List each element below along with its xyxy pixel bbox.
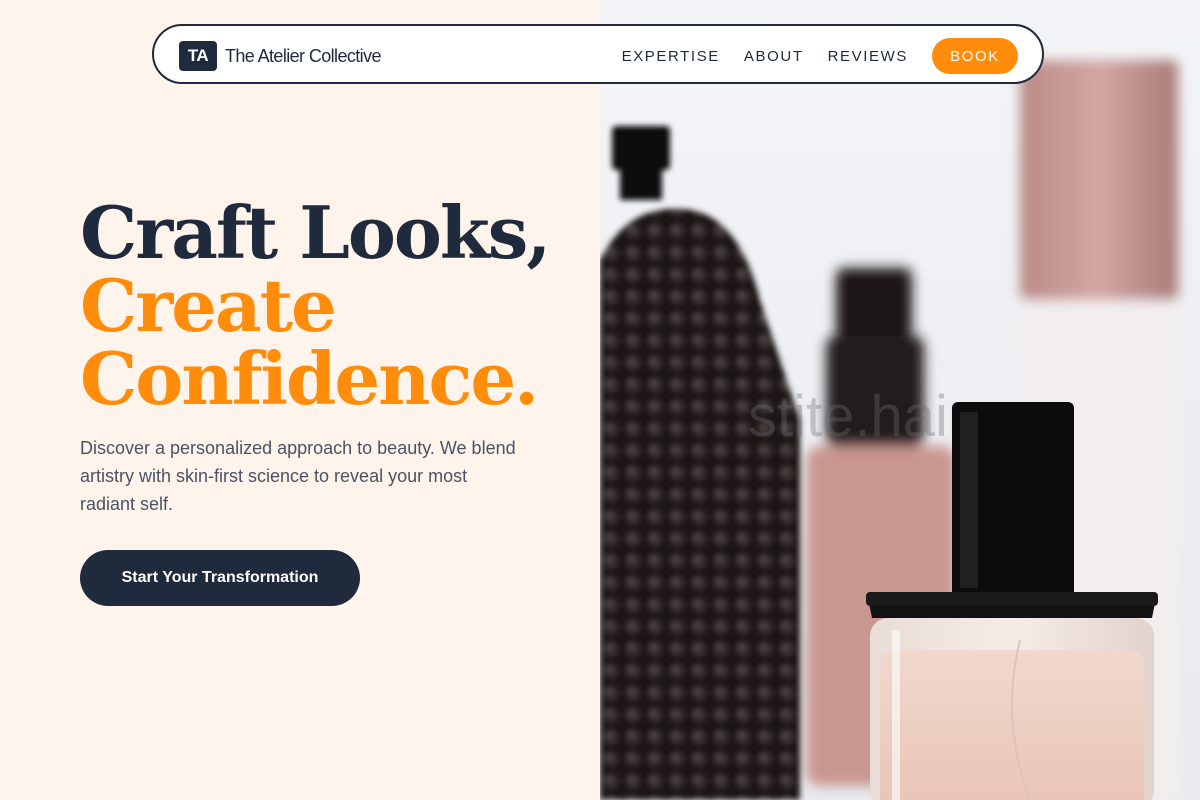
perfume-bottles-illustration: stite.hair bbox=[600, 60, 1178, 800]
brand-name: The Atelier Collective bbox=[225, 45, 381, 66]
nav-link-expertise[interactable]: EXPERTISE bbox=[622, 48, 720, 65]
nav-link-reviews[interactable]: REVIEWS bbox=[828, 48, 908, 65]
nav-link-about[interactable]: ABOUT bbox=[744, 48, 804, 65]
hero-headline: Craft Looks, Create Confidence. bbox=[80, 190, 551, 421]
photo-watermark: stite.hair bbox=[748, 384, 967, 449]
headline-line-2: Create bbox=[80, 263, 337, 348]
black-studded-bottle bbox=[600, 126, 800, 800]
start-transformation-button[interactable]: Start Your Transformation bbox=[80, 550, 360, 606]
hero-product-photo: stite.hair bbox=[600, 0, 1200, 800]
brand-monogram-icon: TA bbox=[179, 41, 217, 71]
hero-description: Discover a personalized approach to beau… bbox=[80, 438, 516, 514]
book-button[interactable]: BOOK bbox=[932, 38, 1018, 74]
headline-line-1: Craft Looks, bbox=[80, 190, 551, 275]
brand-logo[interactable]: TA The Atelier Collective bbox=[179, 41, 381, 71]
nav-links: EXPERTISE ABOUT REVIEWS BOOK bbox=[622, 38, 1018, 74]
top-navigation: TA The Atelier Collective EXPERTISE ABOU… bbox=[152, 24, 1044, 84]
headline-line-3: Confidence. bbox=[80, 336, 539, 421]
